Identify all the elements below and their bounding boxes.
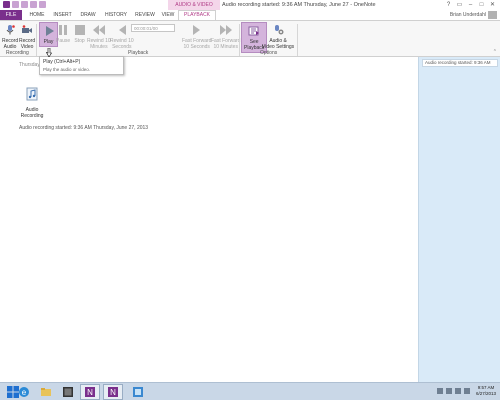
dock-icon[interactable]	[30, 1, 37, 8]
attachment-label: Audio Recording	[20, 107, 44, 119]
page-date: Thursday	[19, 62, 40, 68]
tab-review[interactable]: REVIEW	[132, 10, 158, 20]
group-label-recording: Recording	[6, 50, 29, 56]
customize-icon[interactable]	[39, 1, 46, 8]
explorer-icon[interactable]	[36, 384, 56, 400]
onenote-icon[interactable]: N	[80, 384, 100, 400]
note-page[interactable]: Thursday Audio Recording Audio recording…	[0, 57, 418, 382]
fast-forward-10-seconds-label: Fast Forward 10 Seconds	[182, 38, 212, 50]
stop-icon	[73, 23, 86, 36]
group-label-options: Options	[260, 50, 278, 56]
mouse-cursor-icon	[45, 44, 53, 62]
audio-file-icon	[26, 87, 38, 101]
see-playback-icon	[248, 24, 261, 37]
system-tray	[437, 388, 470, 394]
tab-history[interactable]: HISTORY	[101, 10, 131, 20]
back-icon[interactable]	[12, 1, 19, 8]
ribbon-display-icon[interactable]: ▭	[454, 0, 465, 10]
rewind-10-minutes-label: Rewind 10 Minutes	[87, 38, 111, 50]
svg-text:e: e	[22, 388, 27, 397]
fast-forward-10-minutes-button[interactable]: Fast Forward 10 Minutes	[211, 23, 240, 50]
clock-date: 6/27/2013	[475, 391, 496, 396]
tab-draw[interactable]: DRAW	[77, 10, 99, 20]
fast-forward-step-icon	[190, 23, 203, 36]
stop-button[interactable]: Stop	[73, 23, 86, 44]
onenote-icon-2[interactable]: N	[103, 384, 123, 400]
fast-forward-10-minutes-label: Fast Forward 10 Minutes	[211, 38, 241, 50]
page-list-item[interactable]: Audio recording started: 9:36 AM	[422, 59, 498, 67]
onenote-logo-icon	[3, 1, 10, 8]
tooltip-title: Play (Ctrl+Alt+P)	[43, 59, 81, 65]
record-audio-label: Record Audio	[2, 38, 19, 50]
maximize-icon[interactable]: □	[476, 0, 487, 10]
media-icon[interactable]	[58, 384, 78, 400]
user-name[interactable]: Brian Underdahl	[450, 10, 486, 20]
window-controls: ? ▭ – □ ✕	[443, 0, 498, 10]
rewind-10-minutes-button[interactable]: Rewind 10 Minutes	[87, 23, 111, 50]
minimize-icon[interactable]: –	[465, 0, 476, 10]
network-icon[interactable]	[455, 388, 461, 394]
taskbar-clock[interactable]: 9:57 AM 6/27/2013	[476, 385, 496, 397]
microphone-icon	[4, 23, 17, 36]
rewind-step-icon	[115, 23, 128, 36]
ribbon: Record Audio Record Video Recording Play…	[0, 20, 500, 57]
fast-forward-icon	[219, 23, 232, 36]
playback-time-display: 00:00:01/00	[131, 24, 175, 32]
settings-icon	[272, 23, 285, 36]
tray-up-arrow-icon[interactable]	[437, 388, 443, 394]
context-tab-group-label: AUDIO & VIDEO	[168, 0, 220, 10]
rewind-icon	[92, 23, 105, 36]
close-icon[interactable]: ✕	[487, 0, 498, 10]
ribbon-tabs: FILE HOME INSERT DRAW HISTORY REVIEW VIE…	[0, 10, 500, 20]
audio-video-settings-label: Audio & Video Settings	[262, 38, 295, 50]
record-video-label: Record Video	[19, 38, 36, 50]
avatar[interactable]	[488, 11, 497, 19]
audio-video-settings-button[interactable]: Audio & Video Settings	[262, 23, 294, 50]
pause-label: Pause	[56, 38, 71, 44]
play-icon	[42, 24, 55, 37]
flag-icon[interactable]	[446, 388, 452, 394]
page-list-pane: Audio recording started: 9:36 AM	[418, 57, 500, 382]
record-video-button[interactable]: Record Video	[19, 23, 35, 50]
quick-access-toolbar	[3, 1, 46, 8]
group-separator	[297, 24, 298, 56]
help-icon[interactable]: ?	[443, 0, 454, 10]
svg-text:N: N	[87, 388, 93, 397]
taskbar: e N N 9:57 AM 6/27/2013	[0, 382, 500, 400]
tab-file[interactable]: FILE	[0, 10, 22, 20]
pause-icon	[57, 23, 70, 36]
tab-view[interactable]: VIEW	[159, 10, 177, 20]
paint-icon[interactable]	[128, 384, 148, 400]
tab-playback[interactable]: PLAYBACK	[178, 10, 216, 20]
undo-icon[interactable]	[21, 1, 28, 8]
group-label-playback: Playback	[128, 50, 149, 56]
record-audio-button[interactable]: Record Audio	[2, 23, 18, 50]
group-separator	[239, 24, 240, 56]
recording-note: Audio recording started: 9:36 AM Thursda…	[19, 125, 149, 131]
collapse-ribbon-icon[interactable]: ⌃	[493, 49, 497, 55]
group-separator	[36, 24, 37, 56]
tab-home[interactable]: HOME	[26, 10, 48, 20]
fast-forward-10-seconds-button[interactable]: Fast Forward 10 Seconds	[182, 23, 211, 50]
pause-button[interactable]: Pause	[56, 23, 70, 44]
stop-label: Stop	[74, 38, 85, 44]
volume-icon[interactable]	[464, 388, 470, 394]
rewind-10-seconds-label: Rewind 10 Seconds	[110, 38, 134, 50]
ie-icon[interactable]: e	[14, 384, 34, 400]
title-bar: AUDIO & VIDEO Audio recording started: 9…	[0, 0, 500, 10]
tab-insert[interactable]: INSERT	[50, 10, 75, 20]
svg-text:N: N	[110, 388, 116, 397]
audio-recording-attachment[interactable]: Audio Recording	[20, 87, 44, 119]
tooltip-description: Play the audio or video.	[43, 67, 91, 72]
window-title: Audio recording started: 9:36 AM Thursda…	[222, 2, 376, 8]
video-camera-icon	[21, 23, 34, 36]
